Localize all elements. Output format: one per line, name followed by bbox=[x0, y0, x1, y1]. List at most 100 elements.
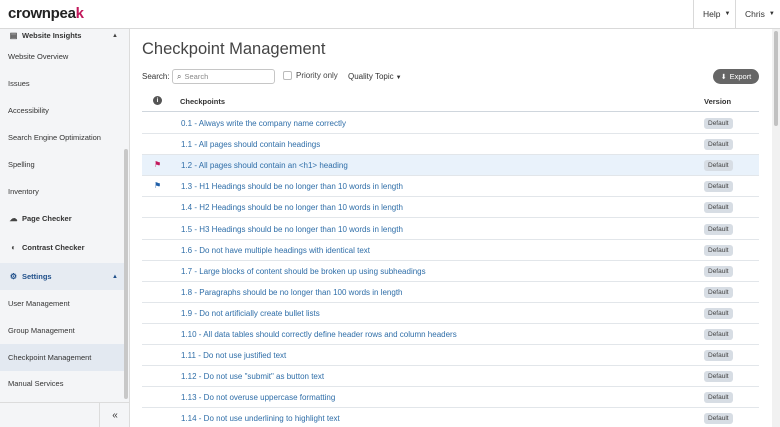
search-input-wrapper[interactable]: ⌕ bbox=[172, 69, 275, 84]
sidebar-item-label: Checkpoint Management bbox=[8, 353, 92, 362]
checkpoint-link[interactable]: 1.8 - Paragraphs should be no longer tha… bbox=[181, 288, 402, 297]
sidebar-item-user-management[interactable]: User Management bbox=[0, 290, 124, 317]
version-badge: Default bbox=[704, 265, 733, 277]
priority-only-toggle[interactable]: Priority only bbox=[283, 71, 338, 80]
sidebar-item-checkpoint-management[interactable]: Checkpoint Management bbox=[0, 344, 124, 371]
logo-accent-text: k bbox=[75, 5, 84, 22]
table-row[interactable]: 1.1 - All pages should contain headings D… bbox=[142, 134, 759, 156]
priority-only-label: Priority only bbox=[296, 71, 338, 80]
checkpoint-link[interactable]: 1.9 - Do not artificially create bullet … bbox=[181, 309, 320, 318]
version-badge: Default bbox=[704, 413, 733, 425]
help-label: Help bbox=[703, 9, 721, 19]
user-menu[interactable]: Chris ▼ bbox=[735, 0, 780, 28]
version-badge: Default bbox=[704, 392, 733, 404]
gear-icon: ⚙ bbox=[9, 272, 18, 281]
checkpoint-link[interactable]: 1.5 - H3 Headings should be no longer th… bbox=[181, 225, 403, 234]
column-header-version[interactable]: Version bbox=[704, 97, 731, 106]
search-input[interactable] bbox=[184, 72, 265, 81]
collapse-sidebar-button[interactable]: « bbox=[99, 403, 129, 427]
sidebar-item-label: Spelling bbox=[8, 160, 35, 169]
table-row[interactable]: 1.9 - Do not artificially create bullet … bbox=[142, 303, 759, 324]
version-badge: Default bbox=[704, 350, 733, 362]
page-title: Checkpoint Management bbox=[142, 40, 326, 58]
sidebar-footer: « bbox=[0, 402, 129, 427]
sidebar-item-label: Manual Services bbox=[8, 379, 64, 388]
sidebar-item-label: User Management bbox=[8, 299, 70, 308]
checkpoint-link[interactable]: 1.7 - Large blocks of content should be … bbox=[181, 267, 426, 276]
table-row[interactable]: 1.5 - H3 Headings should be no longer th… bbox=[142, 219, 759, 240]
table-row[interactable]: 1.7 - Large blocks of content should be … bbox=[142, 261, 759, 282]
sidebar-item-label: Issues bbox=[8, 79, 30, 88]
table-row[interactable]: ⚑ 1.2 - All pages should contain an <h1> … bbox=[142, 155, 759, 177]
checkpoint-link[interactable]: 1.14 - Do not use underlining to highlig… bbox=[181, 414, 340, 423]
sidebar-item-label: Settings bbox=[22, 272, 52, 281]
version-badge: Default bbox=[704, 244, 733, 256]
checkpoint-link[interactable]: 1.6 - Do not have multiple headings with… bbox=[181, 246, 370, 255]
column-header-checkpoints[interactable]: Checkpoints bbox=[180, 97, 225, 106]
version-badge: Default bbox=[704, 307, 733, 319]
sidebar-item-settings[interactable]: ⚙ Settings ▲ bbox=[0, 263, 124, 290]
sidebar-item-issues[interactable]: Issues bbox=[0, 70, 124, 97]
sidebar-scrollbar[interactable] bbox=[124, 149, 128, 399]
sidebar-item-group-management[interactable]: Group Management bbox=[0, 317, 124, 344]
crownpeak-logo[interactable]: crownpeak bbox=[8, 5, 84, 22]
quality-topic-label: Quality Topic bbox=[348, 72, 394, 81]
chevron-down-icon: ▼ bbox=[724, 11, 731, 17]
flag-icon[interactable]: ⚑ bbox=[154, 160, 161, 169]
version-badge: Default bbox=[704, 181, 733, 193]
table-row[interactable]: 1.11 - Do not use justified text Default bbox=[142, 345, 759, 367]
help-menu[interactable]: Help ▼ bbox=[693, 0, 735, 28]
priority-only-checkbox[interactable] bbox=[283, 71, 292, 80]
export-label: Export bbox=[729, 72, 752, 81]
checkpoint-link[interactable]: 1.4 - H2 Headings should be no longer th… bbox=[181, 203, 403, 212]
checkpoint-link[interactable]: 0.1 - Always write the company name corr… bbox=[181, 119, 346, 128]
sidebar-item-page-checker[interactable]: ☁ Page Checker bbox=[0, 205, 124, 232]
checkpoint-link[interactable]: 1.1 - All pages should contain headings bbox=[181, 140, 320, 149]
table-row[interactable]: 1.4 - H2 Headings should be no longer th… bbox=[142, 197, 759, 219]
sidebar-item-manual-services[interactable]: Manual Services bbox=[0, 370, 124, 397]
checkpoint-link[interactable]: 1.3 - H1 Headings should be no longer th… bbox=[181, 182, 403, 191]
top-bar: crownpeak Help ▼ Chris ▼ bbox=[0, 0, 780, 29]
contrast-icon: ◐ bbox=[11, 243, 16, 252]
sidebar-item-website-overview[interactable]: Website Overview bbox=[0, 43, 124, 70]
checkpoint-link[interactable]: 1.13 - Do not overuse uppercase formatti… bbox=[181, 393, 335, 402]
checkpoints-table: i Checkpoints Version 0.1 - Always write… bbox=[142, 90, 759, 427]
checkpoint-link[interactable]: 1.2 - All pages should contain an <h1> h… bbox=[181, 161, 348, 170]
export-button[interactable]: ⬇ Export bbox=[713, 69, 759, 84]
info-icon[interactable]: i bbox=[153, 96, 162, 105]
chevron-down-icon: ▼ bbox=[768, 11, 775, 17]
table-row[interactable]: 1.6 - Do not have multiple headings with… bbox=[142, 240, 759, 261]
sidebar-item-accessibility[interactable]: Accessibility bbox=[0, 97, 124, 124]
chevron-up-icon: ▲ bbox=[112, 32, 118, 39]
version-badge: Default bbox=[704, 286, 733, 298]
table-row[interactable]: 1.10 - All data tables should correctly … bbox=[142, 324, 759, 345]
table-row[interactable]: 1.13 - Do not overuse uppercase formatti… bbox=[142, 387, 759, 409]
sidebar-item-seo[interactable]: Search Engine Optimization bbox=[0, 124, 124, 151]
flag-icon[interactable]: ⚑ bbox=[154, 181, 161, 190]
table-row[interactable]: 1.14 - Do not use underlining to highlig… bbox=[142, 408, 759, 427]
version-badge: Default bbox=[704, 371, 733, 383]
version-badge: Default bbox=[704, 202, 733, 214]
table-row[interactable]: 0.1 - Always write the company name corr… bbox=[142, 113, 759, 134]
search-icon: ⌕ bbox=[177, 71, 182, 81]
scrollbar-thumb[interactable] bbox=[774, 31, 778, 126]
sidebar: ▤ Website Insights ▲ Website Overview Issu… bbox=[0, 29, 130, 427]
sidebar-item-label: Accessibility bbox=[8, 106, 49, 115]
user-label: Chris bbox=[745, 9, 765, 19]
chevron-up-icon: ▲ bbox=[112, 273, 118, 280]
insights-icon: ▤ bbox=[9, 31, 18, 40]
sidebar-item-spelling[interactable]: Spelling bbox=[0, 151, 124, 178]
checkpoint-link[interactable]: 1.12 - Do not use "submit" as button tex… bbox=[181, 372, 324, 381]
sidebar-item-inventory[interactable]: Inventory bbox=[0, 178, 124, 205]
table-row[interactable]: 1.12 - Do not use "submit" as button tex… bbox=[142, 366, 759, 388]
quality-topic-dropdown[interactable]: Quality Topic ▼ bbox=[348, 72, 402, 81]
chevron-down-icon: ▼ bbox=[395, 75, 402, 81]
table-row[interactable]: 1.8 - Paragraphs should be no longer tha… bbox=[142, 282, 759, 303]
sidebar-item-contrast-checker[interactable]: ◐ Contrast Checker bbox=[0, 234, 124, 261]
main-scrollbar[interactable] bbox=[772, 29, 780, 427]
table-row[interactable]: ⚑ 1.3 - H1 Headings should be no longer t… bbox=[142, 176, 759, 198]
checkpoint-link[interactable]: 1.10 - All data tables should correctly … bbox=[181, 330, 457, 339]
version-badge: Default bbox=[704, 223, 733, 235]
checkpoint-link[interactable]: 1.11 - Do not use justified text bbox=[181, 351, 286, 360]
sidebar-item-label: Website Overview bbox=[8, 52, 69, 61]
